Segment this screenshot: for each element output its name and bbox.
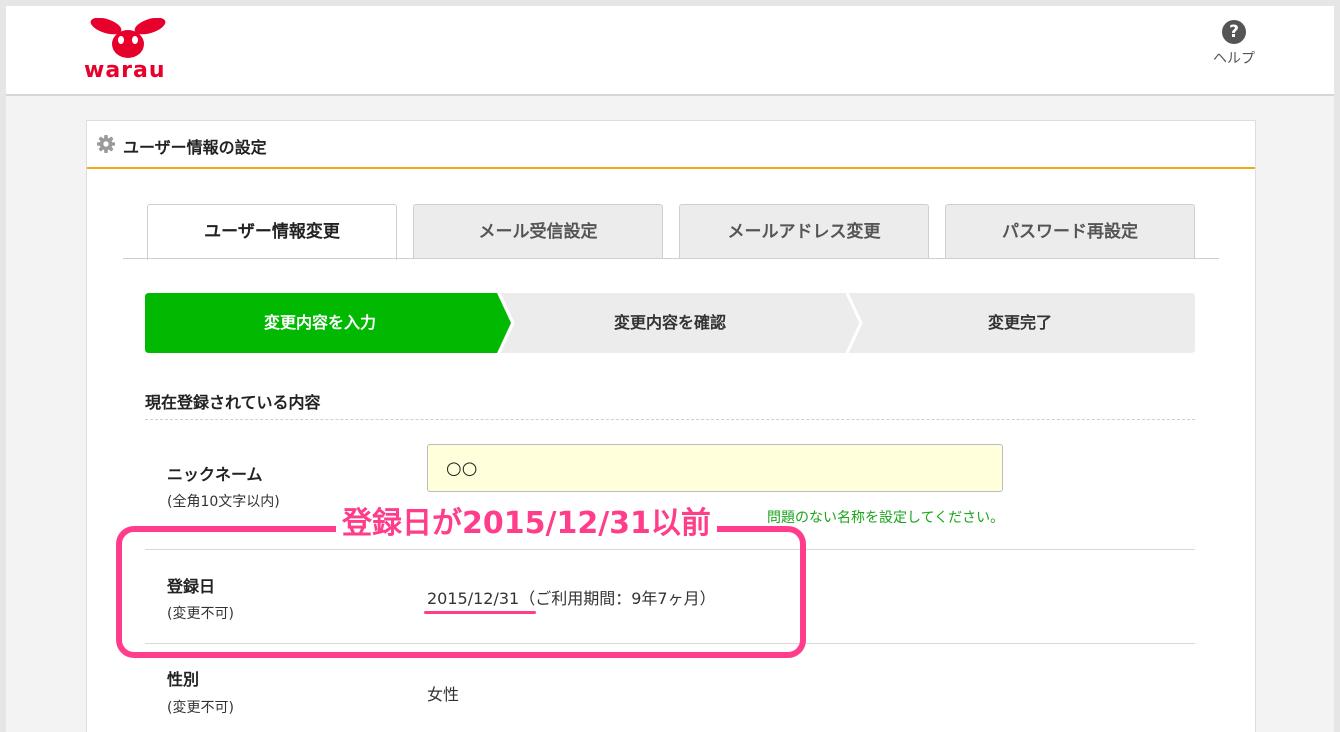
- panel-title: ユーザー情報の設定: [123, 138, 267, 157]
- tab-password-reset[interactable]: パスワード再設定: [945, 204, 1195, 258]
- section-title: 現在登録されている内容: [145, 393, 321, 412]
- annotation-label: 登録日が2015/12/31以前: [336, 502, 717, 546]
- section-divider: [145, 419, 1195, 420]
- panel-header: ユーザー情報の設定: [87, 121, 1255, 169]
- logo-text: warau: [84, 58, 166, 83]
- tabs-divider: [123, 258, 1219, 259]
- logo-mascot-icon: [90, 17, 166, 58]
- gender-label: 性別: [167, 670, 200, 689]
- help-button[interactable]: ? ヘルプ: [1202, 20, 1266, 68]
- step-complete: 変更完了: [987, 313, 1052, 332]
- nickname-label: ニックネーム: [167, 465, 263, 484]
- progress-steps: 変更内容を入力 変更内容を確認 変更完了: [145, 293, 1195, 353]
- step-input: 変更内容を入力: [263, 313, 376, 332]
- annotation-underline: [424, 611, 536, 614]
- tab-email-change[interactable]: メールアドレス変更: [679, 204, 929, 258]
- nickname-note: 問題のない名称を設定してください。: [767, 510, 1005, 526]
- nickname-input[interactable]: [427, 444, 1003, 492]
- tab-user-info[interactable]: ユーザー情報変更: [147, 204, 397, 260]
- gender-value: 女性: [427, 685, 460, 704]
- warau-logo[interactable]: warau: [84, 17, 174, 83]
- tab-mail-settings[interactable]: メール受信設定: [413, 204, 663, 258]
- gender-sub: (変更不可): [167, 700, 234, 716]
- help-label: ヘルプ: [1213, 51, 1255, 67]
- gear-icon: [97, 135, 115, 153]
- nickname-sub: (全角10文字以内): [167, 494, 280, 510]
- question-icon: ?: [1222, 20, 1246, 44]
- step-confirm: 変更内容を確認: [613, 313, 726, 332]
- top-bar: warau ? ヘルプ: [6, 6, 1334, 96]
- page-frame: warau ? ヘルプ ユーザー情報の設定 ユーザー情報変更 メール受信設定 メ…: [6, 6, 1334, 732]
